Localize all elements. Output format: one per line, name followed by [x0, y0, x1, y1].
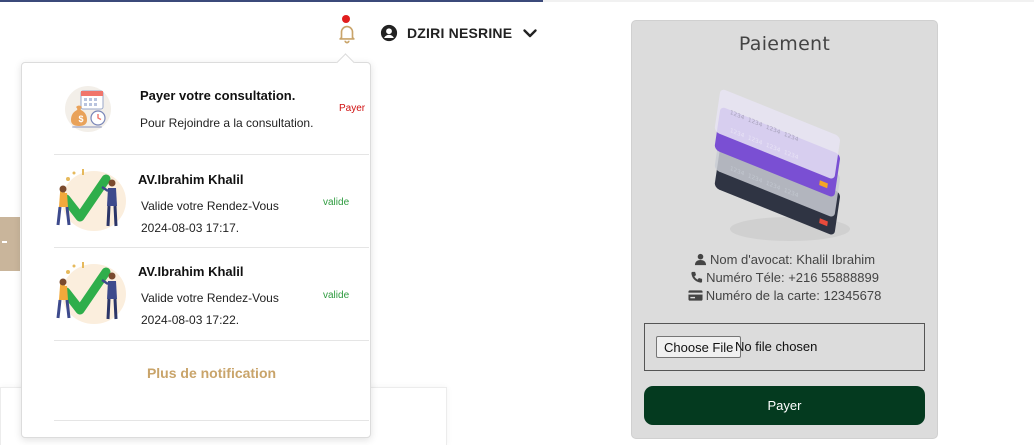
- payment-card: Paiement 1234 1234 1234 1234 1234 1234 1…: [631, 20, 938, 439]
- notification-item-rendezvous[interactable]: AV.Ibrahim Khalil Valide votre Rendez-Vo…: [54, 155, 369, 248]
- user-menu[interactable]: DZIRI NESRINE: [380, 22, 538, 44]
- money-bag-calendar-icon: $: [65, 86, 111, 132]
- notification-desc: Valide votre Rendez-Vous: [141, 199, 279, 213]
- notification-item-rendezvous[interactable]: AV.Ibrahim Khalil Valide votre Rendez-Vo…: [54, 248, 369, 341]
- checkmark-people-illustration: [56, 262, 126, 324]
- choose-file-button[interactable]: Choose File: [656, 336, 742, 358]
- card-info-row: Numéro de la carte: 12345678: [632, 288, 937, 303]
- file-status: No file chosen: [735, 339, 818, 354]
- chevron-down-icon: [523, 29, 537, 38]
- notification-dropdown: $ Payer votre consultation. Pour Rejoind…: [21, 53, 371, 438]
- side-tab[interactable]: [0, 217, 20, 271]
- phone-icon: [691, 271, 703, 283]
- credit-cards-stack-illustration: 1234 1234 1234 1234 1234 1234 1234 1234 …: [714, 89, 850, 241]
- notification-date: 2024-08-03 17:22.: [141, 313, 240, 327]
- notification-title: Payer votre consultation.: [140, 88, 296, 103]
- notification-desc: Pour Rejoindre a la consultation.: [140, 116, 314, 130]
- more-notifications-section: Plus de notification: [54, 341, 369, 421]
- more-notifications-link[interactable]: Plus de notification: [54, 365, 369, 381]
- lawyer-name: Nom d'avocat: Khalil Ibrahim: [709, 252, 876, 267]
- pay-button[interactable]: Payer: [644, 386, 925, 425]
- notification-tag: valide: [323, 290, 350, 301]
- notification-tag: Payer: [339, 103, 366, 114]
- svg-text:$: $: [79, 114, 84, 124]
- lawyer-info-row: Nom d'avocat: Khalil Ibrahim: [632, 252, 937, 267]
- user-name: DZIRI NESRINE: [407, 25, 513, 41]
- bell-icon[interactable]: [336, 22, 358, 44]
- notification-title: AV.Ibrahim Khalil: [138, 264, 244, 279]
- phone-info-row: Numéro Téle: +216 55888899: [632, 270, 937, 285]
- checkmark-people-illustration: [56, 169, 126, 231]
- notification-badge: [342, 15, 350, 23]
- header-divider: [543, 0, 1034, 2]
- card-number: Numéro de la carte: 12345678: [705, 288, 882, 303]
- notification-item-payment[interactable]: $ Payer votre consultation. Pour Rejoind…: [54, 63, 369, 155]
- notification-tag: valide: [323, 197, 350, 208]
- notification-desc: Valide votre Rendez-Vous: [141, 291, 279, 305]
- payment-title: Paiement: [738, 33, 831, 55]
- user-circle-icon: [380, 24, 398, 42]
- user-icon: [694, 253, 707, 266]
- notification-title: AV.Ibrahim Khalil: [138, 172, 244, 187]
- notification-date: 2024-08-03 17:17.: [141, 221, 240, 235]
- credit-card-icon: [688, 290, 703, 301]
- phone-number: Numéro Téle: +216 55888899: [706, 270, 879, 285]
- file-upload-box: Choose File No file chosen: [644, 323, 925, 371]
